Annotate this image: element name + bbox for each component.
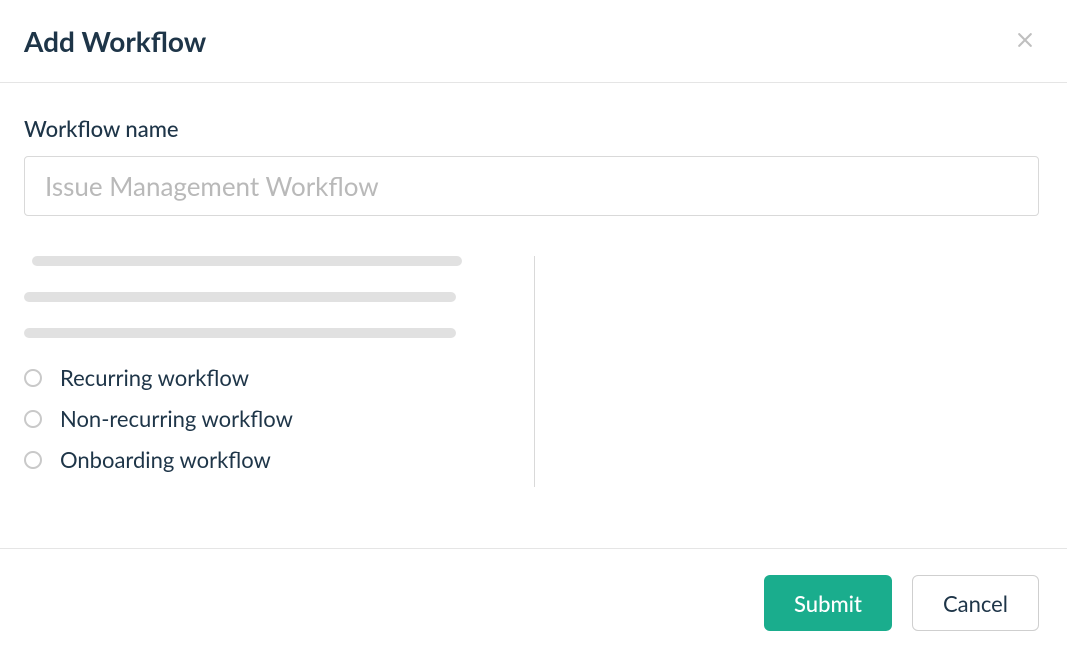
radio-icon — [24, 410, 42, 428]
modal-header: Add Workflow — [0, 0, 1067, 83]
close-icon — [1015, 30, 1035, 53]
options-left-column: Recurring workflow Non-recurring workflo… — [24, 256, 534, 487]
radio-non-recurring-workflow[interactable]: Non-recurring workflow — [24, 405, 474, 432]
workflow-name-label: Workflow name — [24, 115, 1039, 142]
radio-icon — [24, 451, 42, 469]
modal-body: Workflow name Recurring workflow Non-rec… — [0, 83, 1067, 548]
skeleton-line — [24, 292, 456, 302]
skeleton-line — [32, 256, 462, 266]
radio-label: Onboarding workflow — [60, 446, 271, 473]
radio-onboarding-workflow[interactable]: Onboarding workflow — [24, 446, 474, 473]
add-workflow-modal: Add Workflow Workflow name Recurri — [0, 0, 1067, 657]
radio-label: Non-recurring workflow — [60, 405, 293, 432]
workflow-type-radio-group: Recurring workflow Non-recurring workflo… — [24, 364, 474, 473]
cancel-button[interactable]: Cancel — [912, 575, 1039, 631]
options-row: Recurring workflow Non-recurring workflo… — [24, 256, 1039, 487]
workflow-name-input[interactable] — [24, 156, 1039, 216]
skeleton-line — [24, 328, 456, 338]
radio-recurring-workflow[interactable]: Recurring workflow — [24, 364, 474, 391]
close-button[interactable] — [1011, 26, 1039, 57]
submit-button[interactable]: Submit — [764, 575, 892, 631]
radio-label: Recurring workflow — [60, 364, 249, 391]
options-right-column — [534, 256, 1039, 487]
radio-icon — [24, 369, 42, 387]
modal-footer: Submit Cancel — [0, 548, 1067, 657]
modal-title: Add Workflow — [24, 24, 206, 58]
